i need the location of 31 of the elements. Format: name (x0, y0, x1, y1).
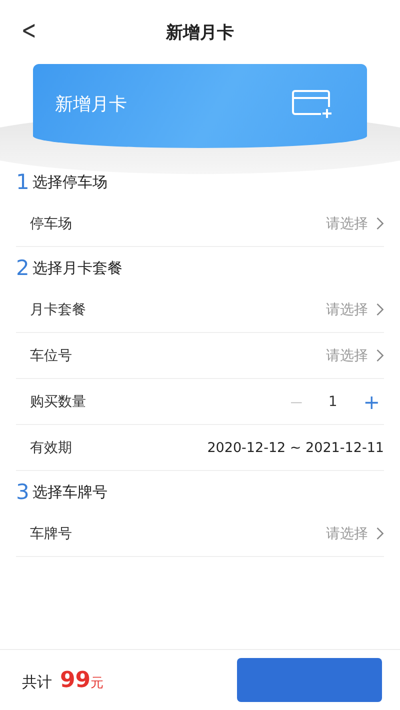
field-label: 车牌号 (30, 524, 72, 542)
currency-unit: 元 (90, 674, 104, 692)
section-title: 选择车牌号 (32, 482, 108, 502)
total-label: 共计 (22, 672, 52, 692)
step-number: 2 (16, 256, 30, 280)
page-title: 新增月卡 (166, 22, 234, 44)
step-number: 3 (16, 480, 30, 504)
field-label: 购买数量 (30, 392, 86, 410)
card-add-icon (291, 89, 333, 119)
step-number: 1 (16, 170, 30, 194)
field-label: 有效期 (30, 438, 72, 456)
select-hint: 请选择 (326, 346, 368, 364)
section-title: 选择停车场 (32, 172, 108, 192)
chevron-right-icon (376, 217, 384, 230)
section-title: 选择月卡套餐 (32, 258, 122, 278)
increase-button[interactable]: + (359, 390, 384, 414)
chevron-right-icon (376, 303, 384, 316)
select-hint: 请选择 (326, 524, 368, 542)
field-label: 月卡套餐 (30, 300, 86, 318)
select-hint: 请选择 (326, 300, 368, 318)
field-label: 车位号 (30, 346, 72, 364)
field-label: 停车场 (30, 214, 72, 232)
back-button[interactable]: < (17, 16, 41, 46)
select-hint: 请选择 (326, 214, 368, 232)
chevron-right-icon (376, 349, 384, 362)
chevron-right-icon (376, 527, 384, 540)
quantity-value: 1 (328, 394, 338, 410)
banner-title: 新增月卡 (55, 93, 127, 116)
submit-button[interactable] (237, 658, 382, 702)
total-amount: 99 (60, 668, 91, 692)
validity-dates: 2020-12-12 ~ 2021-12-11 (207, 440, 384, 456)
